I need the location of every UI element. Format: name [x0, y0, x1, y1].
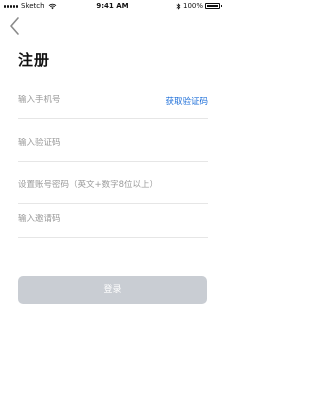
- invite-code-input[interactable]: [18, 214, 158, 224]
- code-field: [18, 122, 208, 162]
- battery-percent: 100%: [182, 2, 203, 10]
- page-title: 注册: [18, 51, 51, 69]
- chevron-left-icon: [10, 17, 19, 35]
- battery-level: [207, 5, 218, 7]
- invite-field: [18, 198, 208, 238]
- status-right: 100%: [176, 2, 222, 10]
- verification-code-input[interactable]: [18, 138, 158, 148]
- status-bar: Sketch 9:41 AM 100%: [0, 0, 225, 12]
- get-code-button[interactable]: 获取验证码: [165, 95, 208, 107]
- battery-icon: [205, 3, 222, 9]
- back-button[interactable]: [8, 15, 22, 37]
- bluetooth-icon: [176, 2, 181, 10]
- phone-input[interactable]: [18, 95, 158, 105]
- phone-field: 获取验证码: [18, 79, 208, 119]
- password-input[interactable]: [18, 180, 208, 190]
- login-button[interactable]: 登录: [18, 276, 207, 304]
